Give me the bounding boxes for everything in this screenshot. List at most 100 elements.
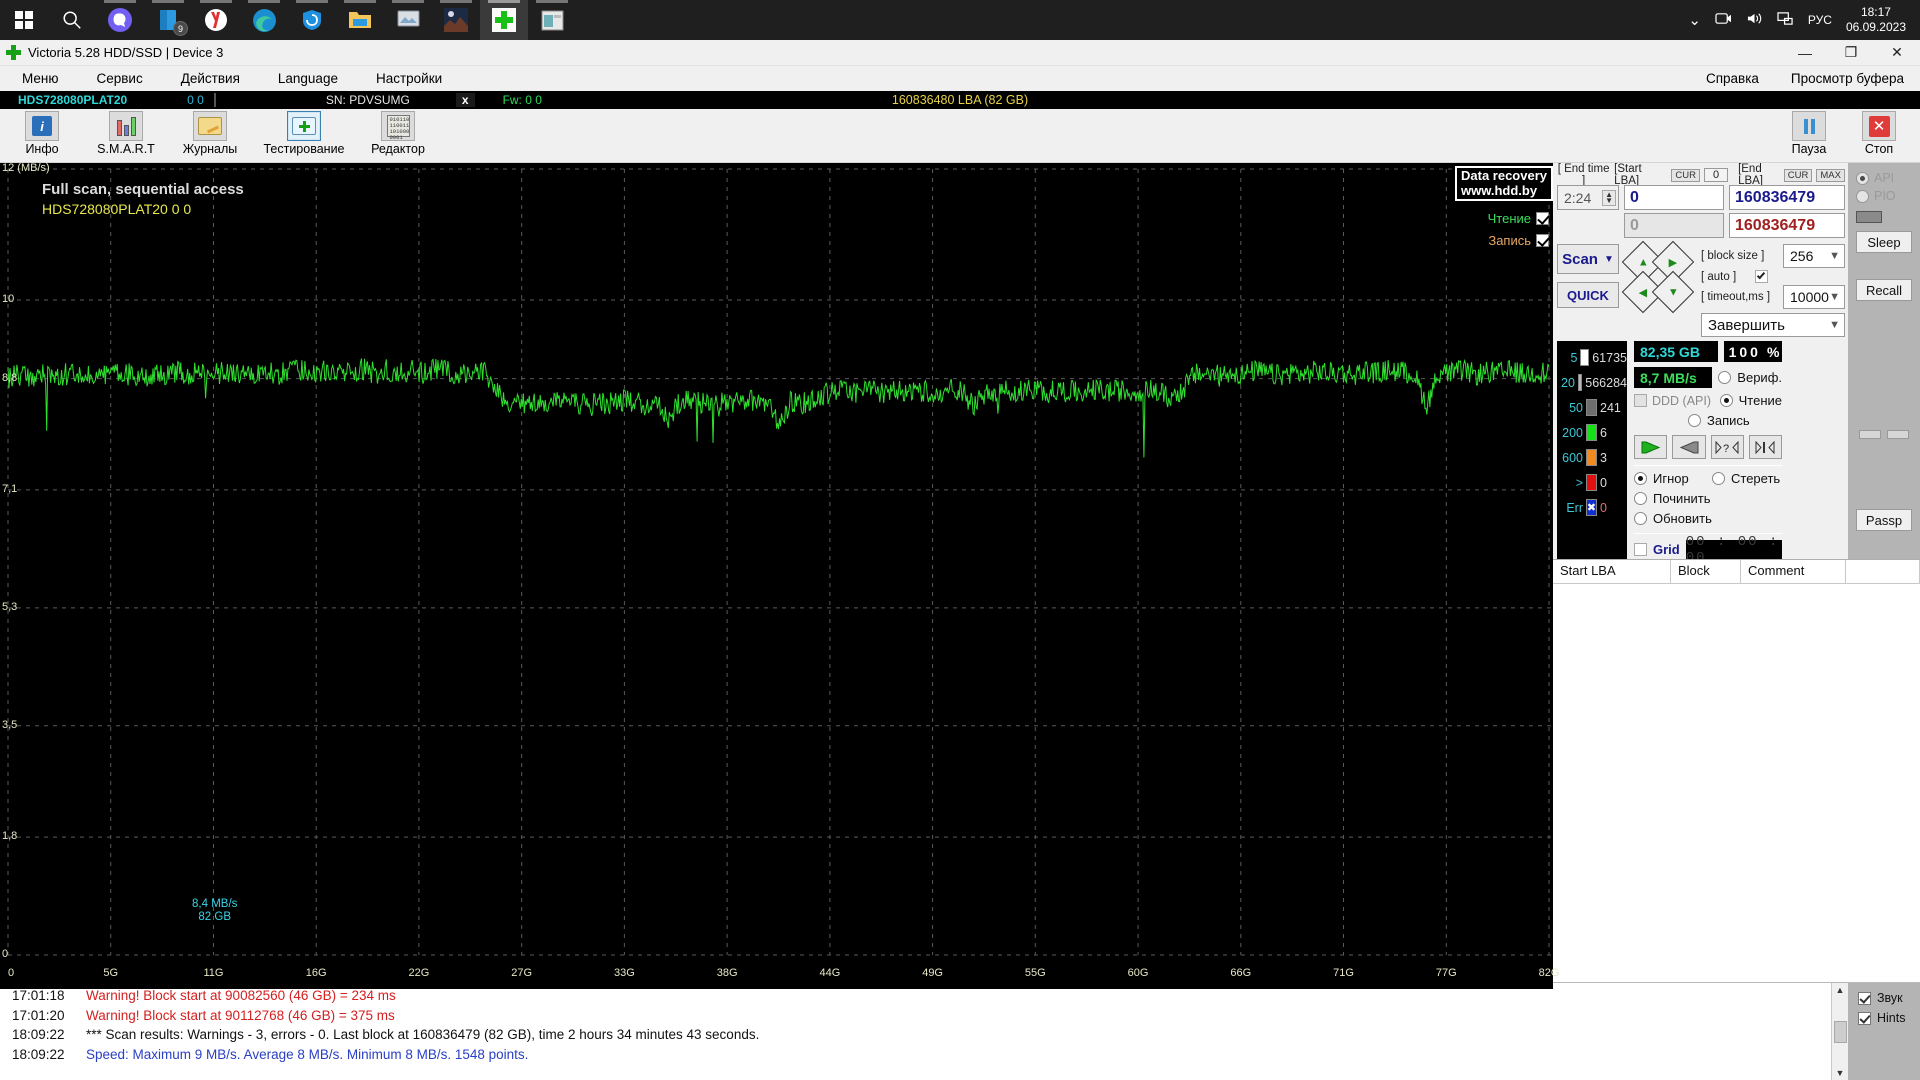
dpad-down[interactable]: ▼ (1651, 270, 1695, 314)
hotspot-shield-icon[interactable] (288, 0, 336, 40)
pio-radio[interactable]: PIO (1848, 189, 1920, 203)
log-lines[interactable]: 17:01:18 Warning! Block start at 90082560… (0, 983, 1831, 1080)
auto-checkbox[interactable] (1755, 270, 1768, 283)
mode-radio-read[interactable]: Чтение (1719, 393, 1782, 408)
y-axis-tick: 8,8 (2, 371, 18, 384)
menu-item-menu[interactable]: Меню (6, 68, 75, 89)
tray-date: 06.09.2023 (1845, 20, 1906, 34)
tray-chevron-icon[interactable]: ⌄ (1688, 11, 1701, 29)
write-legend[interactable]: Запись (1488, 233, 1549, 248)
scroll-thumb[interactable] (1833, 1020, 1847, 1043)
search-icon[interactable] (48, 0, 96, 40)
write-legend-checkbox[interactable] (1536, 234, 1549, 247)
yandex-browser-icon[interactable] (192, 0, 240, 40)
scroll-down-icon[interactable]: ▼ (1836, 1066, 1845, 1080)
end-lba-input[interactable]: 160836479 (1729, 185, 1845, 210)
recall-button[interactable]: Recall (1856, 279, 1912, 301)
drive-x-marker[interactable]: x (455, 93, 475, 107)
smart-icon (109, 111, 143, 141)
toolbar-button-smart[interactable]: S.M.A.R.T (84, 109, 168, 156)
action-radio-repair[interactable]: Починить (1634, 491, 1712, 506)
log-scrollbar[interactable]: ▲ ▼ (1831, 983, 1848, 1080)
taskbar-underline (248, 0, 280, 3)
passp-button[interactable]: Passp (1856, 509, 1912, 531)
main-body: Full scan, sequential access HDS728080PL… (0, 162, 1920, 989)
toolbar-button-testing[interactable]: Тестирование (252, 109, 356, 156)
column-start-lba[interactable]: Start LBA (1553, 560, 1671, 583)
read-legend-checkbox[interactable] (1536, 212, 1549, 225)
play-button[interactable] (1634, 435, 1668, 459)
skip-button[interactable] (1748, 435, 1782, 459)
toolbar-button-logs[interactable]: Журналы (168, 109, 252, 156)
column-comment[interactable]: Comment (1741, 560, 1846, 583)
x-axis-tick: 0 (8, 967, 15, 979)
timeout-value: 10000 (1790, 289, 1829, 305)
toolbar-button-stop[interactable]: ✕ Стоп (1844, 109, 1914, 156)
tray-clock[interactable]: 18:17 06.09.2023 (1846, 5, 1906, 35)
sound-checkbox[interactable] (1858, 991, 1871, 1005)
radio-dot-icon (1634, 492, 1647, 505)
file-explorer-icon[interactable] (336, 0, 384, 40)
scroll-up-icon[interactable]: ▲ (1836, 983, 1845, 997)
scan-mode-button[interactable]: Scan ▼ (1557, 244, 1619, 274)
start-lba-input[interactable]: 0 (1624, 185, 1724, 210)
mode-radio-verify[interactable]: Вериф. (1718, 367, 1782, 388)
finish-action-combo[interactable]: Завершить ▼ (1701, 313, 1845, 337)
toolbar-button-editor[interactable]: 010110 110011 101000 0001 Редактор (356, 109, 440, 156)
action-radio-ignore[interactable]: Игнор (1634, 471, 1712, 486)
toolbar-button-pause[interactable]: Пауза (1774, 109, 1844, 156)
start-lba-cur-button[interactable]: CUR (1671, 168, 1700, 182)
end-time-spinner[interactable]: 2:24 ▲ ▼ (1557, 185, 1619, 210)
end-lba-cur-button[interactable]: CUR (1783, 168, 1813, 182)
menu-item-service[interactable]: Сервис (81, 68, 159, 89)
minimize-button[interactable]: — (1782, 40, 1828, 66)
quick-button[interactable]: QUICK (1557, 282, 1619, 308)
edge-icon[interactable] (240, 0, 288, 40)
column-block[interactable]: Block (1671, 560, 1741, 583)
ddd-api-checkbox-row[interactable]: DDD (API) (1634, 394, 1714, 408)
photos-icon[interactable] (384, 0, 432, 40)
api-radio[interactable]: API (1848, 171, 1920, 185)
start-lba-label: [Start LBA] (1614, 163, 1642, 187)
tray-language[interactable]: РУС (1808, 13, 1832, 27)
spreadsheet-icon[interactable] (528, 0, 576, 40)
camera-icon[interactable] (1715, 11, 1732, 29)
legend-threshold: 5 (1570, 350, 1578, 365)
store-icon[interactable]: 9 (144, 0, 192, 40)
menu-item-actions[interactable]: Действия (165, 68, 256, 89)
scan-graph[interactable]: Full scan, sequential access HDS728080PL… (0, 162, 1559, 989)
close-button[interactable]: ✕ (1874, 40, 1920, 66)
side-led-pair (1848, 430, 1920, 439)
hints-checkbox[interactable] (1858, 1011, 1871, 1025)
menu-item-settings[interactable]: Настройки (360, 68, 458, 89)
hints-checkbox-row[interactable]: Hints (1858, 1011, 1920, 1025)
mode-radio-write[interactable]: Запись (1688, 413, 1782, 428)
spinner-arrows-icon[interactable]: ▲ ▼ (1602, 189, 1616, 206)
ddd-api-checkbox[interactable] (1634, 394, 1647, 407)
sleep-button[interactable]: Sleep (1856, 231, 1912, 253)
sound-checkbox-row[interactable]: Звук (1858, 991, 1920, 1005)
navigation-dpad[interactable]: ▲ ▶ ◀ ▼ (1621, 240, 1695, 314)
menu-item-help[interactable]: Справка (1690, 68, 1775, 89)
victoria-icon[interactable] (480, 0, 528, 40)
block-size-combo[interactable]: 256 ▼ (1783, 244, 1845, 268)
menu-item-buffer-view[interactable]: Просмотр буфера (1775, 68, 1920, 89)
progress-percent-lcd: 100 % (1724, 341, 1782, 362)
menu-item-language[interactable]: Language (262, 68, 354, 89)
defect-table[interactable]: Start LBA Block Comment (1553, 559, 1920, 982)
action-radio-refresh[interactable]: Обновить (1634, 511, 1712, 526)
grid-checkbox[interactable] (1634, 543, 1647, 556)
network-icon[interactable] (1777, 11, 1794, 29)
read-legend[interactable]: Чтение (1488, 211, 1549, 226)
game-icon[interactable] (432, 0, 480, 40)
action-radio-erase[interactable]: Стереть (1712, 471, 1780, 486)
timeout-combo[interactable]: 10000 ▼ (1783, 285, 1845, 309)
start-button[interactable] (0, 0, 48, 40)
toolbar-button-info[interactable]: i Инфо (0, 109, 84, 156)
volume-icon[interactable] (1746, 11, 1763, 29)
maximize-button[interactable]: ❐ (1828, 40, 1874, 66)
rewind-button[interactable] (1672, 435, 1706, 459)
scan-both-button[interactable]: ? (1710, 435, 1744, 459)
end-lba-max-button[interactable]: MAX (1816, 168, 1845, 182)
viber-icon[interactable] (96, 0, 144, 40)
